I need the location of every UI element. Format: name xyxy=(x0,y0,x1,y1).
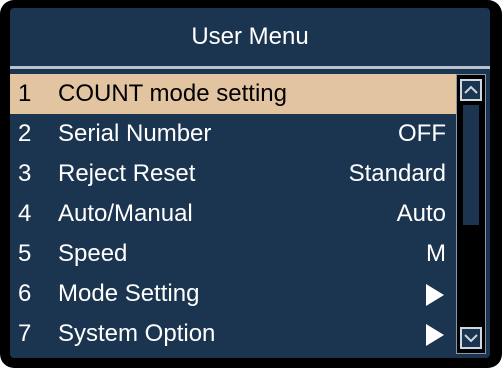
menu-item-speed[interactable]: 5 Speed M xyxy=(10,234,456,274)
menu-title: User Menu xyxy=(191,23,309,50)
menu-item-label: System Option xyxy=(58,320,216,347)
menu-item-label: Serial Number xyxy=(58,120,212,147)
right-arrow-icon xyxy=(426,324,444,346)
menu-item-number: 2 xyxy=(18,120,32,147)
menu-item-serial-number[interactable]: 2 Serial Number OFF xyxy=(10,114,456,154)
menu-item-number: 1 xyxy=(18,80,32,107)
title-divider xyxy=(10,66,490,69)
user-menu-panel: User Menu 1 COUNT mode setting 2 Serial … xyxy=(10,8,490,358)
menu-item-value: M xyxy=(426,240,446,267)
menu-item-auto-manual[interactable]: 4 Auto/Manual Auto xyxy=(10,194,456,234)
menu-item-number: 7 xyxy=(18,320,32,347)
menu-item-number: 4 xyxy=(18,200,32,227)
menu-list: 1 COUNT mode setting 2 Serial Number OFF… xyxy=(10,74,456,354)
scrollbar-thumb[interactable] xyxy=(463,105,479,225)
scroll-down-button[interactable] xyxy=(460,327,482,349)
menu-item-number: 3 xyxy=(18,160,32,187)
menu-scrollbar[interactable] xyxy=(456,74,486,354)
menu-item-label: COUNT mode setting xyxy=(58,80,287,107)
menu-item-number: 6 xyxy=(18,280,32,307)
menu-item-value: Standard xyxy=(348,160,446,187)
menu-item-value: Auto xyxy=(396,200,446,227)
menu-item-number: 5 xyxy=(18,240,32,267)
menu-item-label: Auto/Manual xyxy=(58,200,193,227)
menu-item-mode-setting[interactable]: 6 Mode Setting xyxy=(10,274,456,314)
menu-item-value: OFF xyxy=(398,120,446,147)
menu-item-label: Mode Setting xyxy=(58,280,200,307)
menu-item-reject-reset[interactable]: 3 Reject Reset Standard xyxy=(10,154,456,194)
right-arrow-icon xyxy=(426,284,444,306)
chevron-down-icon xyxy=(464,334,478,343)
chevron-up-icon xyxy=(464,85,478,94)
scroll-up-button[interactable] xyxy=(460,79,482,101)
menu-item-count-mode-setting[interactable]: 1 COUNT mode setting xyxy=(10,74,456,114)
menu-item-label: Speed xyxy=(58,240,128,267)
menu-item-system-option[interactable]: 7 System Option xyxy=(10,314,456,354)
menu-item-label: Reject Reset xyxy=(58,160,196,187)
device-screen: User Menu 1 COUNT mode setting 2 Serial … xyxy=(0,0,502,368)
